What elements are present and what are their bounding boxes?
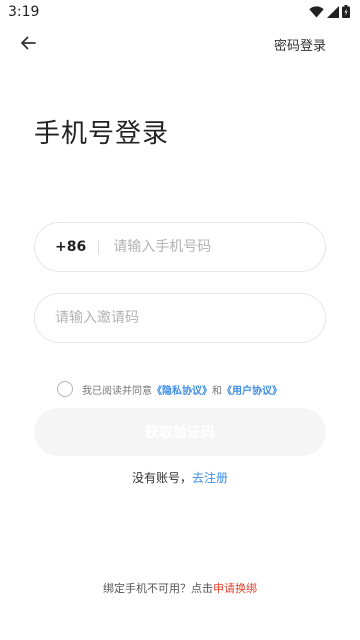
rebind-phone-row: 绑定手机不可用？点击申请换绑 — [0, 580, 360, 596]
phone-field: +86 — [34, 222, 326, 272]
page-title: 手机号登录 — [34, 119, 170, 150]
invite-code-input[interactable] — [55, 310, 295, 326]
battery-icon — [342, 5, 350, 18]
password-login-link[interactable]: 密码登录 — [274, 35, 326, 54]
phone-number-input[interactable] — [113, 239, 284, 255]
privacy-agreement-link[interactable]: 《隐私协议》 — [152, 382, 212, 397]
agreement-prefix: 我已阅读并同意 — [82, 385, 152, 397]
agreement-connector: 和 — [212, 385, 222, 397]
user-agreement-link[interactable]: 《用户协议》 — [222, 382, 282, 397]
field-divider — [98, 240, 100, 254]
status-time: 3:19 — [8, 4, 40, 20]
status-icons — [309, 5, 350, 18]
rebind-prompt: 绑定手机不可用？点击 — [103, 582, 213, 595]
apply-rebind-link[interactable]: 申请换绑 — [213, 582, 257, 595]
agreement-row: 我已阅读并同意 《隐私协议》 和 《用户协议》 — [57, 381, 282, 397]
get-verification-code-button[interactable]: 获取验证码 — [34, 408, 326, 456]
back-button[interactable] — [14, 32, 42, 56]
country-code-selector[interactable]: +86 — [55, 239, 86, 255]
back-arrow-icon — [20, 35, 36, 54]
invite-field — [34, 293, 326, 343]
wifi-icon — [309, 5, 324, 18]
signal-icon — [327, 5, 339, 18]
register-prompt: 没有账号， — [131, 471, 192, 485]
agreement-checkbox[interactable] — [57, 381, 73, 397]
status-bar: 3:19 — [0, 0, 360, 24]
register-link[interactable]: 去注册 — [192, 471, 228, 485]
register-row: 没有账号，去注册 — [0, 469, 360, 486]
